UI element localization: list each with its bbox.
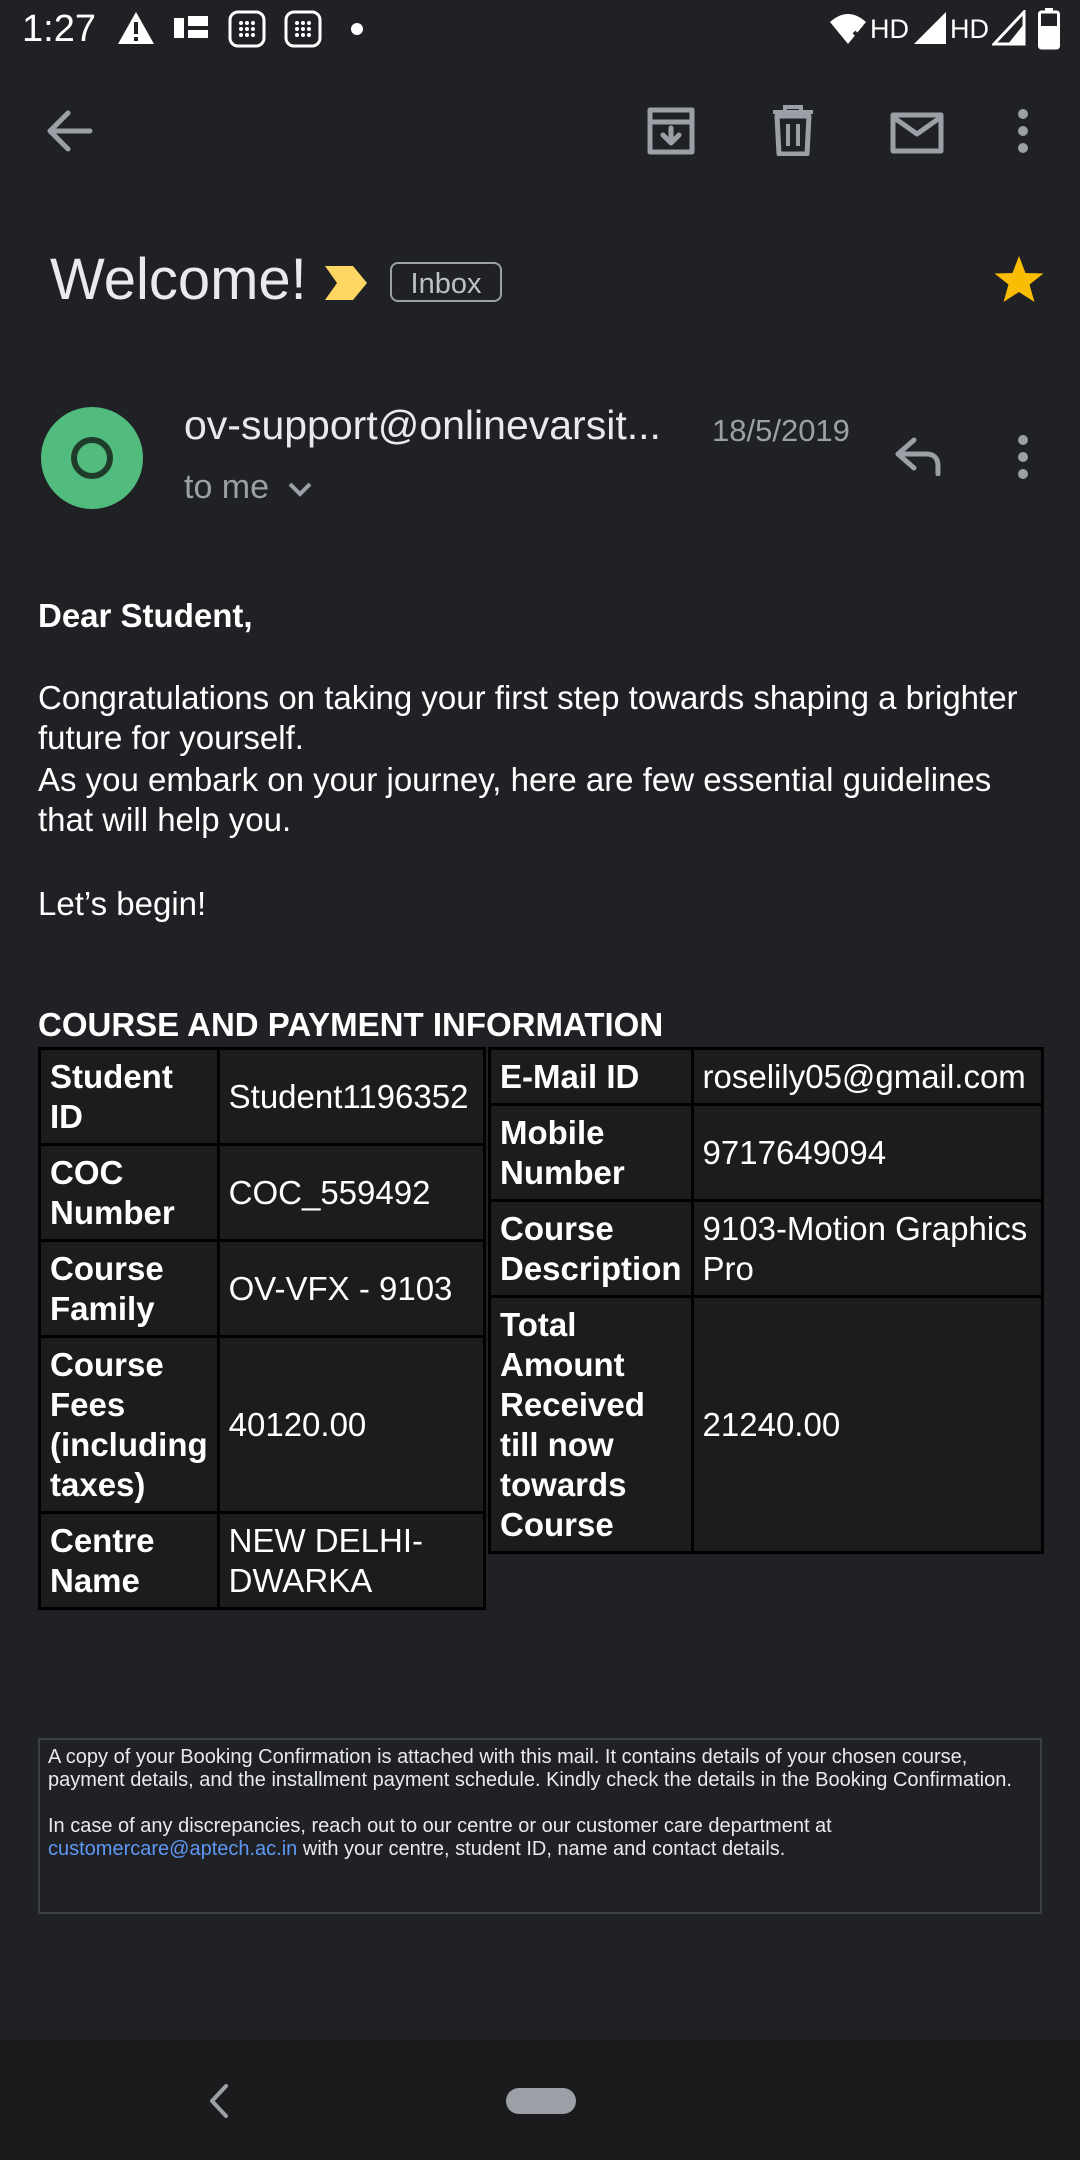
table-value: 21240.00 bbox=[690, 1295, 1045, 1554]
email-subject: Welcome! bbox=[50, 247, 307, 312]
table-value: Student1196352 bbox=[216, 1047, 487, 1146]
table-value: 9103-Motion Graphics Pro bbox=[690, 1199, 1045, 1298]
battery-icon bbox=[1038, 8, 1060, 50]
calculator-app-icon-2 bbox=[284, 10, 322, 48]
table-row: Centre Name NEW DELHI-DWARKA bbox=[38, 1511, 487, 1610]
footer-text-after: with your centre, student ID, name and c… bbox=[302, 1838, 786, 1860]
table-row: Course Family OV-VFX - 9103 bbox=[38, 1239, 487, 1338]
wifi-icon bbox=[830, 14, 866, 44]
table-value: NEW DELHI-DWARKA bbox=[216, 1511, 487, 1610]
avatar-letter-glyph bbox=[71, 437, 113, 479]
status-bar: 1:27 HD HD bbox=[0, 0, 1080, 62]
inbox-label-chip[interactable]: Inbox bbox=[390, 262, 502, 302]
calculator-app-icon bbox=[228, 10, 266, 48]
delete-icon[interactable] bbox=[771, 104, 815, 156]
table-value: 40120.00 bbox=[216, 1335, 487, 1514]
signal-icon-2 bbox=[992, 10, 1026, 46]
greeting-text: Dear Student, bbox=[38, 597, 253, 634]
table-value: COC_559492 bbox=[216, 1143, 487, 1242]
warning-icon bbox=[118, 12, 154, 44]
message-more-icon[interactable] bbox=[1013, 434, 1033, 480]
table-label: COC Number bbox=[38, 1143, 220, 1242]
table-row: COC Number COC_559492 bbox=[38, 1143, 487, 1242]
recipient-details[interactable]: to me bbox=[184, 468, 313, 507]
recipient-label: to me bbox=[184, 468, 270, 506]
table-label: E-Mail ID bbox=[488, 1047, 694, 1106]
footer-line-1: A copy of your Booking Confirmation is a… bbox=[48, 1746, 1012, 1791]
table-row: Course Description 9103-Motion Graphics … bbox=[488, 1199, 1045, 1298]
nav-home-pill[interactable] bbox=[506, 2088, 576, 2114]
network-label-2: HD bbox=[950, 14, 989, 44]
email-date: 18/5/2019 bbox=[712, 413, 850, 448]
footer-text: In case of any discrepancies, reach out … bbox=[48, 1815, 832, 1837]
support-email-link[interactable]: customercare@aptech.ac.in bbox=[48, 1838, 297, 1860]
course-info-table-left: Student ID Student1196352 COC Number COC… bbox=[38, 1047, 487, 1610]
mark-unread-icon[interactable] bbox=[890, 112, 944, 154]
table-row: E-Mail ID roselily05@gmail.com bbox=[488, 1047, 1045, 1106]
star-icon[interactable] bbox=[992, 254, 1046, 306]
signal-icon bbox=[914, 12, 946, 44]
table-row: Mobile Number 9717649094 bbox=[488, 1103, 1045, 1202]
intro-paragraph: Congratulations on taking your first ste… bbox=[38, 679, 1018, 756]
table-value: OV-VFX - 9103 bbox=[216, 1239, 487, 1338]
table-row: Total Amount Received till now towards C… bbox=[488, 1295, 1045, 1554]
table-label: Centre Name bbox=[38, 1511, 220, 1610]
guidelines-paragraph: As you embark on your journey, here are … bbox=[38, 761, 992, 838]
table-label: Course Description bbox=[488, 1199, 694, 1298]
table-label: Total Amount Received till now towards C… bbox=[488, 1295, 694, 1554]
table-label: Course Family bbox=[38, 1239, 220, 1338]
more-vert-icon[interactable] bbox=[1013, 108, 1033, 154]
table-value: 9717649094 bbox=[690, 1103, 1045, 1202]
important-marker-icon[interactable] bbox=[323, 264, 369, 302]
archive-icon[interactable] bbox=[646, 106, 696, 156]
status-time: 1:27 bbox=[22, 8, 96, 50]
table-label: Mobile Number bbox=[488, 1103, 694, 1202]
table-label: Course Fees (including taxes) bbox=[38, 1335, 220, 1514]
student-email-link[interactable]: roselily05@gmail.com bbox=[690, 1047, 1045, 1106]
course-info-table-right: E-Mail ID roselily05@gmail.com Mobile Nu… bbox=[488, 1047, 1045, 1554]
notification-dot-icon bbox=[351, 23, 363, 35]
section-heading: COURSE AND PAYMENT INFORMATION bbox=[38, 1006, 664, 1043]
table-row: Student ID Student1196352 bbox=[38, 1047, 487, 1146]
chevron-down-icon bbox=[288, 482, 311, 497]
nav-back-icon[interactable] bbox=[206, 2080, 232, 2122]
table-label: Student ID bbox=[38, 1047, 220, 1146]
footer-notice: A copy of your Booking Confirmation is a… bbox=[38, 1738, 1042, 1914]
table-row: Course Fees (including taxes) 40120.00 bbox=[38, 1335, 487, 1514]
begin-paragraph: Let’s begin! bbox=[38, 885, 207, 922]
gov-app-icon bbox=[174, 16, 208, 38]
sender-address[interactable]: ov-support@onlinevarsit... bbox=[184, 402, 694, 449]
reply-icon[interactable] bbox=[894, 436, 942, 476]
network-label: HD bbox=[870, 14, 909, 44]
back-arrow-icon[interactable] bbox=[44, 108, 94, 154]
footer-line-2: In case of any discrepancies, reach out … bbox=[48, 1815, 1032, 1861]
